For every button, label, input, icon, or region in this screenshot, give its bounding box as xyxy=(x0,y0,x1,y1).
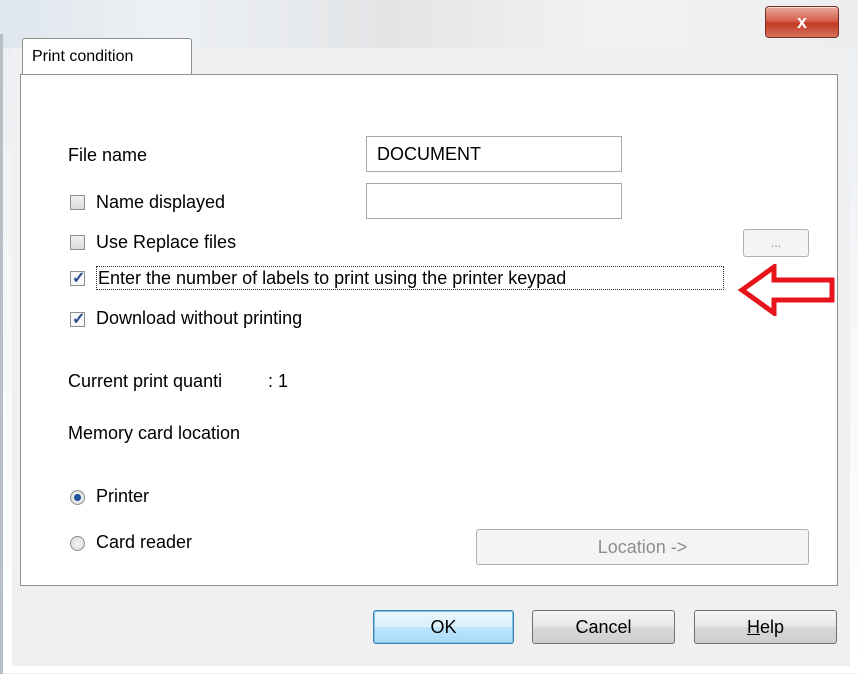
name-displayed-input[interactable] xyxy=(366,183,622,219)
tab-print-condition[interactable]: Print condition xyxy=(22,38,192,74)
name-displayed-checkbox[interactable] xyxy=(70,195,85,210)
browse-button[interactable]: ... xyxy=(743,229,809,257)
use-replace-files-checkbox[interactable] xyxy=(70,235,85,250)
tab-label: Print condition xyxy=(32,47,134,65)
red-left-arrow-icon xyxy=(738,264,835,316)
dialog-left-border xyxy=(0,34,3,674)
file-name-label: File name xyxy=(68,145,148,165)
check-icon: ✓ xyxy=(72,311,86,328)
printer-radio[interactable] xyxy=(70,490,85,505)
cancel-label: Cancel xyxy=(575,616,632,637)
current-print-label: Current print quanti xyxy=(68,371,223,391)
cancel-button[interactable]: Cancel xyxy=(532,610,675,644)
download-checkbox[interactable]: ✓ xyxy=(70,311,86,328)
keypad-checkbox[interactable]: ✓ xyxy=(70,270,86,287)
name-displayed-label: Name displayed xyxy=(96,192,226,212)
use-replace-files-label: Use Replace files xyxy=(96,232,237,252)
help-label-rest: elp xyxy=(759,616,785,637)
browse-label: ... xyxy=(770,236,781,250)
keypad-label: Enter the number of labels to print usin… xyxy=(98,268,567,288)
current-print-value: : 1 xyxy=(268,371,289,391)
download-label: Download without printing xyxy=(96,308,303,328)
file-name-value: DOCUMENT xyxy=(377,143,481,164)
file-name-input[interactable]: DOCUMENT xyxy=(366,136,622,172)
close-icon: x xyxy=(796,11,807,32)
printer-radio-label: Printer xyxy=(96,486,150,506)
ok-label: OK xyxy=(430,616,457,637)
location-button[interactable]: Location -> xyxy=(476,529,809,565)
help-label: Help xyxy=(747,617,784,638)
help-mnemonic: H xyxy=(746,616,760,637)
location-button-label: Location -> xyxy=(597,536,688,557)
ok-button[interactable]: OK xyxy=(373,610,514,644)
help-button[interactable]: Help xyxy=(694,610,837,644)
check-icon: ✓ xyxy=(72,270,86,287)
memory-card-label: Memory card location xyxy=(68,423,241,443)
card-reader-radio-label: Card reader xyxy=(96,532,193,552)
card-reader-radio[interactable] xyxy=(70,536,85,551)
close-button[interactable]: x xyxy=(765,6,839,38)
